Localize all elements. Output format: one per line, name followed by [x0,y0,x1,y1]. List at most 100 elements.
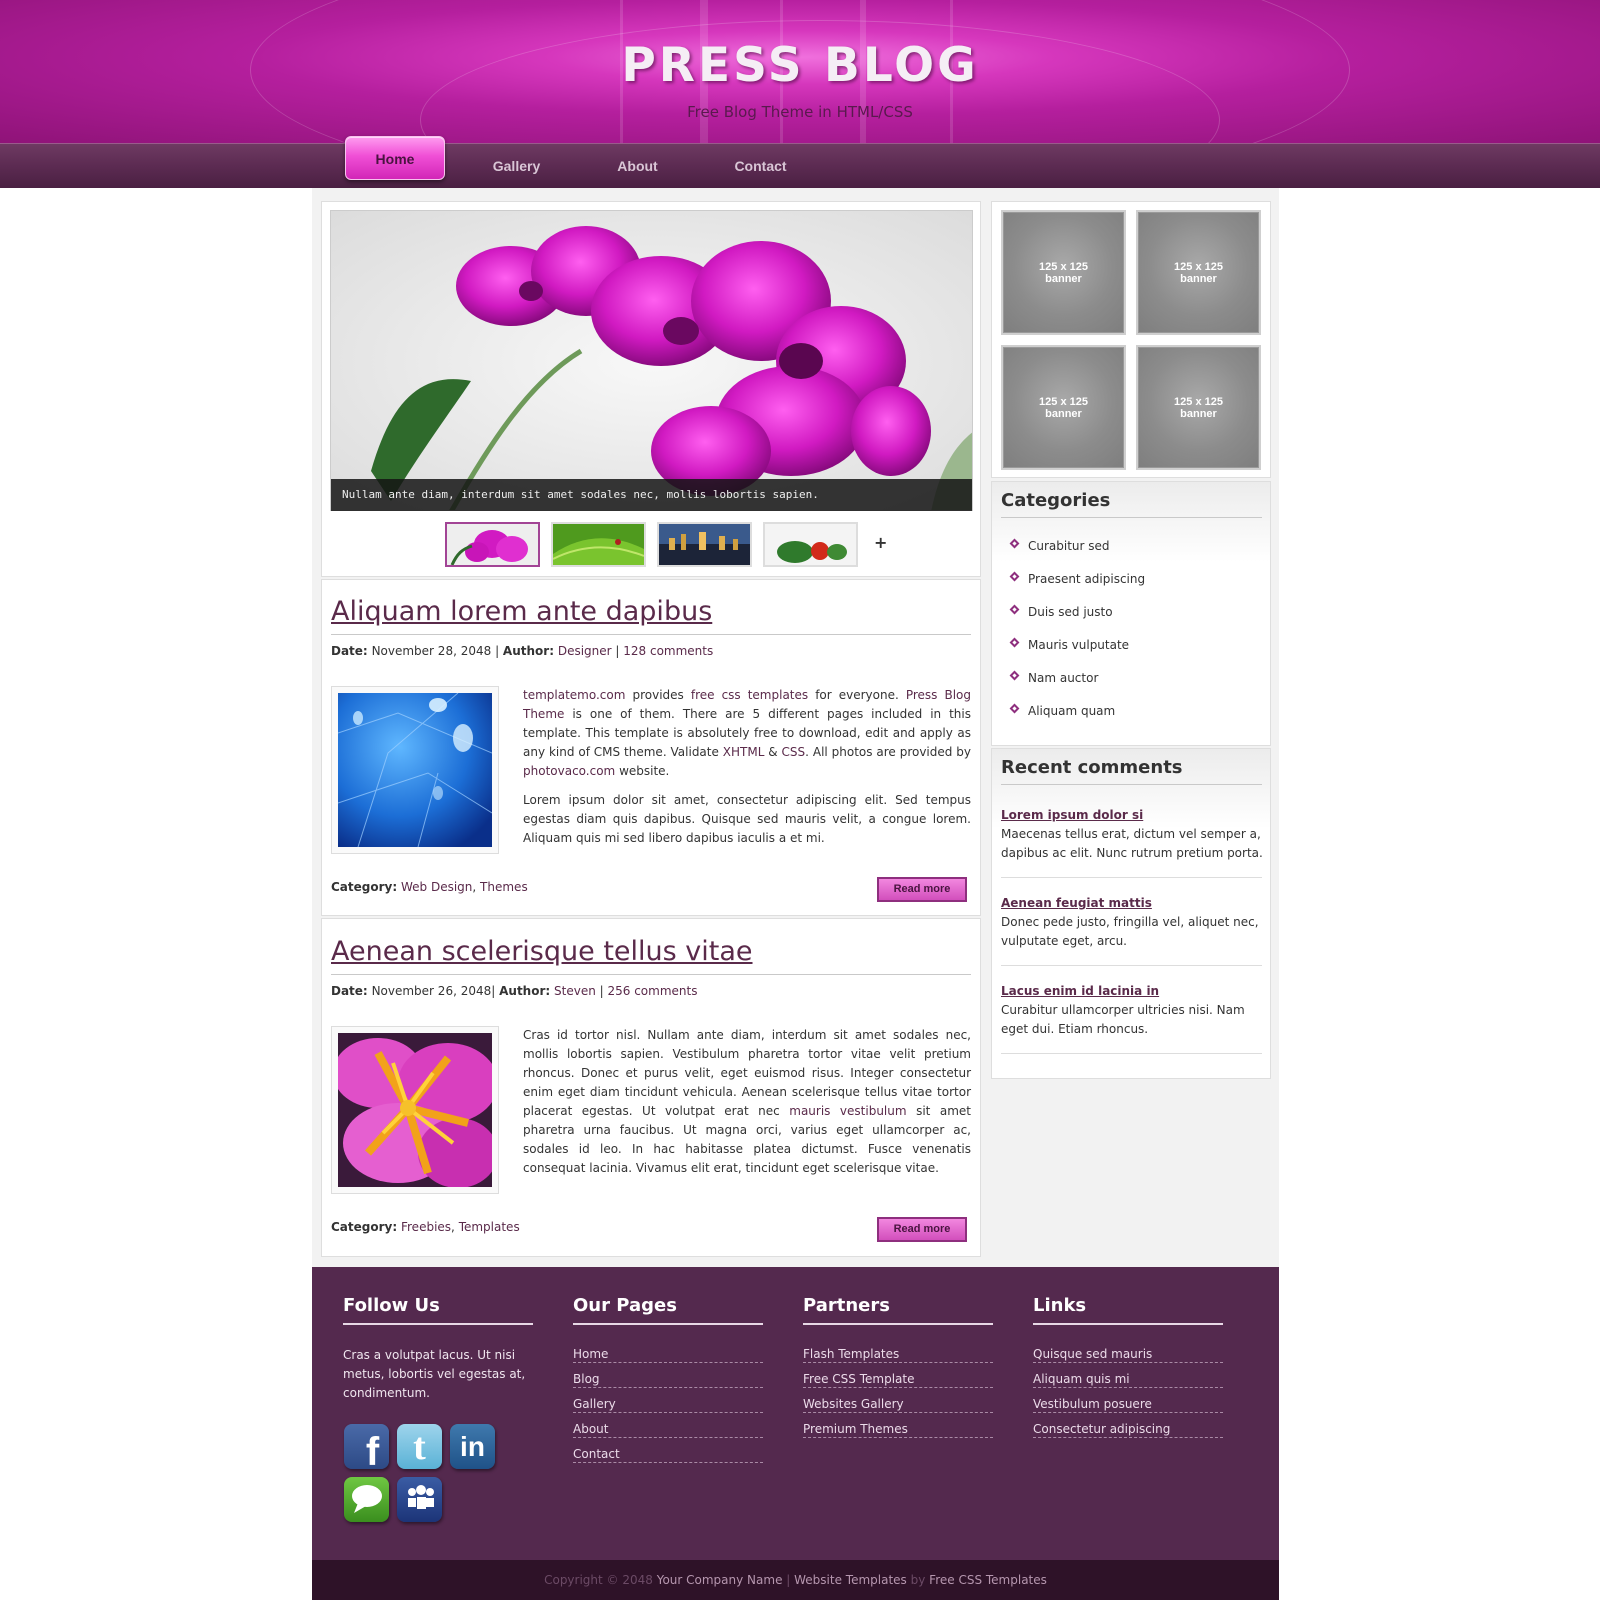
category-link[interactable]: Web Design [401,880,472,894]
category-link[interactable]: Themes [480,880,528,894]
xhtml-link[interactable]: XHTML [723,745,765,759]
ad-banner[interactable]: 125 x 125 banner [1136,345,1261,470]
category-label: Category: [331,1220,398,1234]
post-thumbnail[interactable] [331,1026,499,1194]
category-item[interactable]: Curabitur sed [1009,538,1110,553]
diamond-bullet-icon [1009,703,1020,714]
comment-title-link[interactable]: Lorem ipsum dolor si [1001,808,1143,822]
post-text: for everyone. [808,688,906,702]
divider [1001,517,1262,518]
company-name-link[interactable]: Your Company Name [657,1573,783,1587]
footer-link[interactable]: Aliquam quis mi [1033,1372,1223,1388]
partner-link[interactable]: Flash Templates [803,1347,993,1363]
divider [573,1323,763,1325]
author-link[interactable]: Designer [558,644,612,658]
banner-size: 125 x 125 [1039,260,1088,273]
slider-caption: Nullam ante diam, interdum sit amet soda… [331,479,972,511]
category-label: Mauris vulputate [1028,638,1130,652]
linkedin-icon[interactable]: in [450,1424,495,1469]
ad-banner[interactable]: 125 x 125 banner [1001,345,1126,470]
myspace-icon[interactable] [397,1477,442,1522]
category-item[interactable]: Mauris vulputate [1009,637,1130,652]
footer-link[interactable]: Consectetur adipiscing [1033,1422,1223,1438]
comment-title-link[interactable]: Lacus enim id lacinia in [1001,984,1159,998]
footer-link[interactable]: Vestibulum posuere [1033,1397,1223,1413]
post-meta: Date: November 28, 2048 | Author: Design… [331,644,714,658]
slider-thumb-leaf[interactable] [551,522,646,567]
post-date: November 26, 2048 [371,984,492,998]
post-paragraph: Lorem ipsum dolor sit amet, consectetur … [523,793,971,845]
post-body: Cras id tortor nisl. Nullam ante diam, i… [523,1026,971,1188]
slider-thumb-vegetables[interactable] [763,522,858,567]
nav-about[interactable]: About [591,144,684,189]
recent-comments-heading: Recent comments [1001,757,1183,778]
thumb-city-image [659,524,750,565]
free-css-templates-link[interactable]: Free CSS Templates [929,1573,1047,1587]
footer-link-about[interactable]: About [573,1422,763,1438]
diamond-bullet-icon [1009,604,1020,615]
post-date: November 28, 2048 [371,644,492,658]
footer-link[interactable]: Quisque sed mauris [1033,1347,1223,1363]
category-label: Curabitur sed [1028,539,1110,553]
nav-home[interactable]: Home [345,136,445,180]
post-thumbnail[interactable] [331,686,499,854]
follow-us-text: Cras a volutpat lacus. Ut nisi metus, lo… [343,1348,526,1400]
post-title[interactable]: Aliquam lorem ante dapibus [331,596,712,627]
partner-link[interactable]: Premium Themes [803,1422,993,1438]
read-more-button[interactable]: Read more [877,1217,967,1242]
free-css-templates-link[interactable]: free css templates [691,688,808,702]
banner-size: 125 x 125 [1174,260,1223,273]
mauris-vestibulum-link[interactable]: mauris vestibulum [789,1104,906,1118]
divider [331,634,971,635]
slider-thumb-city[interactable] [657,522,752,567]
nav-gallery[interactable]: Gallery [470,144,563,189]
read-more-button[interactable]: Read more [877,877,967,902]
ad-banner[interactable]: 125 x 125 banner [1001,210,1126,335]
nav-contact[interactable]: Contact [714,144,807,189]
diamond-bullet-icon [1009,571,1020,582]
facebook-icon[interactable]: f [344,1424,389,1474]
category-item[interactable]: Duis sed justo [1009,604,1113,619]
post-categories: Category: Web Design, Themes [331,880,528,894]
separator: | [782,1573,795,1587]
divider [1001,877,1262,878]
comment-title-link[interactable]: Aenean feugiat mattis [1001,896,1152,910]
css-link[interactable]: CSS [782,745,806,759]
templatemo-link[interactable]: templatemo.com [523,688,625,702]
partner-link[interactable]: Websites Gallery [803,1397,993,1413]
footer-link-home[interactable]: Home [573,1347,763,1363]
twitter-icon[interactable]: t [397,1424,442,1469]
comments-link[interactable]: 256 comments [607,984,697,998]
comment-text: Donec pede justo, fringilla vel, aliquet… [1001,915,1259,948]
category-item[interactable]: Praesent adipiscing [1009,571,1145,586]
category-link[interactable]: Freebies [401,1220,451,1234]
author-link[interactable]: Steven [554,984,596,998]
our-pages-heading: Our Pages [573,1295,677,1316]
post-title[interactable]: Aenean scelerisque tellus vitae [331,936,753,967]
slider-more-button[interactable]: + [874,533,887,552]
slider-image[interactable] [330,210,973,511]
chat-icon[interactable] [344,1477,389,1522]
website-templates-link[interactable]: Website Templates [794,1573,907,1587]
footer-link-blog[interactable]: Blog [573,1372,763,1388]
footer-link-gallery[interactable]: Gallery [573,1397,763,1413]
photovaco-link[interactable]: photovaco.com [523,764,615,778]
ad-banner[interactable]: 125 x 125 banner [1136,210,1261,335]
divider [343,1323,533,1325]
flower-image [338,1033,492,1187]
banner-label: banner [1180,407,1217,420]
post-text: & [764,745,782,759]
partner-link[interactable]: Free CSS Template [803,1372,993,1388]
comments-link[interactable]: 128 comments [623,644,713,658]
category-item[interactable]: Aliquam quam [1009,703,1115,718]
slider-thumb-orchid[interactable] [445,522,540,567]
categories-heading: Categories [1001,490,1111,511]
footer-link-contact[interactable]: Contact [573,1447,763,1463]
post-paragraph: Cras id tortor nisl. Nullam ante diam, i… [523,1026,971,1178]
category-link[interactable]: Templates [459,1220,520,1234]
category-item[interactable]: Nam auctor [1009,670,1098,685]
partners-heading: Partners [803,1295,890,1316]
divider [803,1323,993,1325]
links-heading: Links [1033,1295,1087,1316]
site-title[interactable]: PRESS BLOG [0,38,1600,93]
